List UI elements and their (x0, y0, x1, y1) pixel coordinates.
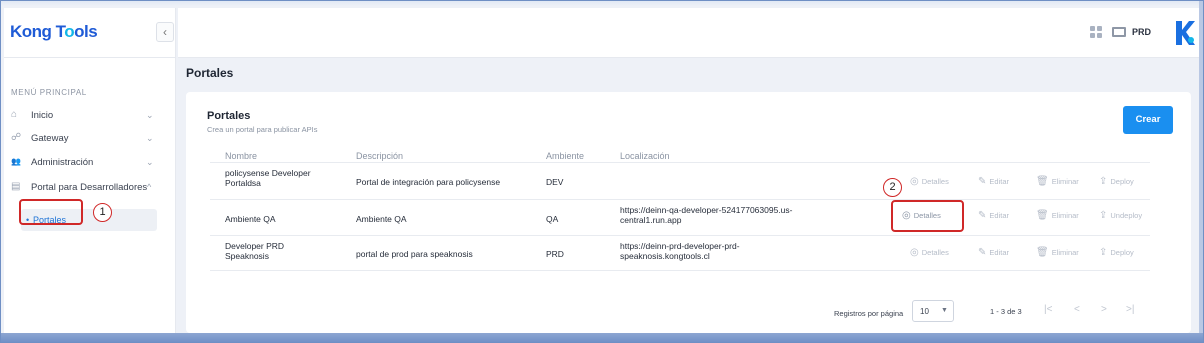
window-frame (0, 0, 1204, 343)
